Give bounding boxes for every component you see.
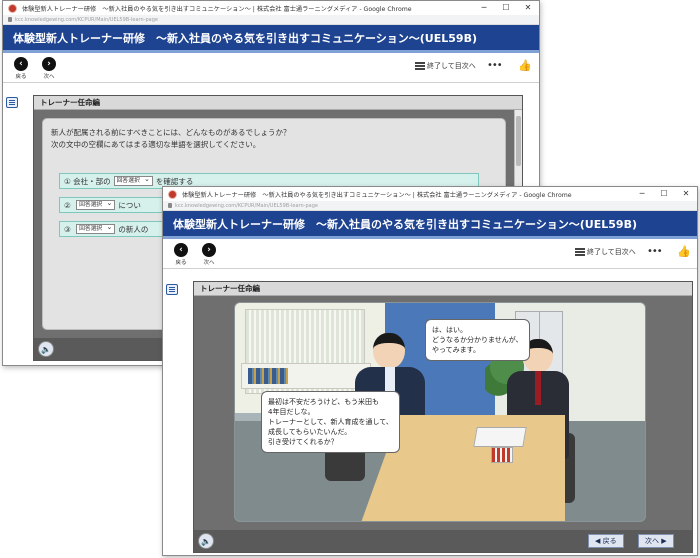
close-icon[interactable]: ✕ (517, 1, 539, 15)
bubble-line: やってみます。 (432, 346, 480, 354)
back-label: 戻る (15, 74, 27, 80)
chevron-right-icon: › (202, 243, 216, 257)
next-label: 次へ (203, 260, 215, 266)
maximize-icon[interactable]: ☐ (495, 1, 517, 15)
url-text: kcc.knowledgewing.com/KCPUR/Main/UEL59B-… (15, 16, 158, 23)
thumbs-up-icon[interactable]: 👍 (518, 59, 532, 72)
section-title: トレーナー任命編 (34, 96, 522, 110)
contents-icon (575, 248, 585, 256)
course-banner: 体験型新人トレーナー研修 ～新入社員のやる気を引き出すコミュニケーション～(UE… (3, 25, 539, 53)
contents-icon (415, 62, 425, 70)
lock-icon (8, 17, 12, 22)
lesson-panel: トレーナー任命編 は、はい。 どうなるか分かりませんが、 やってみます。 最初は… (193, 281, 693, 553)
bookshelf (241, 363, 371, 389)
menu-list-icon[interactable] (166, 284, 178, 295)
bubble-line: 最初は不安だろうけど、もう米田も (268, 398, 380, 406)
bubble-line: トレーナーとして、新人育成を通して、 (268, 418, 393, 426)
course-toolbar: ‹ 戻る › 次へ 終了して目次へ ••• 👍 (163, 239, 697, 269)
bubble-line: は、はい。 (432, 326, 467, 334)
title-bar: 体験型新人トレーナー研修 ～新入社員のやる気を引き出すコミュニケーション～ | … (163, 187, 697, 201)
exit-to-contents-button[interactable]: 終了して目次へ (575, 247, 636, 257)
window-title: 体験型新人トレーナー研修 ～新入社員のやる気を引き出すコミュニケーション～ | … (182, 191, 572, 199)
back-button[interactable]: ‹ 戻る (11, 57, 31, 80)
row-number: ① (64, 176, 71, 186)
answer-select-2[interactable]: 回答選択 (76, 199, 116, 210)
exit-label: 終了して目次へ (427, 62, 476, 70)
speech-bubble-manager: 最初は不安だろうけど、もう米田も 4年目だしな。 トレーナーとして、新人育成を通… (261, 391, 400, 453)
row-suffix: の新人の (118, 224, 149, 234)
maximize-icon[interactable]: ☐ (653, 187, 675, 201)
question-line-1: 新人が配属される前にすべきことには、どんなものがあるでしょうか？ (51, 128, 291, 137)
speaker-icon[interactable]: 🔈 (198, 533, 214, 549)
more-icon[interactable]: ••• (647, 246, 663, 257)
chrome-app-icon (8, 3, 17, 13)
browser-window-front: 体験型新人トレーナー研修 ～新入社員のやる気を引き出すコミュニケーション～ | … (162, 186, 698, 556)
back-label: 戻る (175, 260, 187, 266)
url-text: kcc.knowledgewing.com/KCPUR/Main/UEL59B-… (175, 202, 318, 209)
chevron-left-icon: ‹ (174, 243, 188, 257)
next-button[interactable]: › 次へ (199, 243, 219, 266)
answer-select-1[interactable]: 回答選択 (113, 175, 153, 186)
bubble-line: 成長してもらいたいんだ。 (268, 428, 352, 436)
question-line-2: 次の文中の空欄にあてはまる適切な単語を選択してください。 (51, 140, 261, 149)
address-bar[interactable]: kcc.knowledgewing.com/KCPUR/Main/UEL59B-… (3, 15, 539, 25)
chevron-left-icon: ‹ (14, 57, 28, 71)
minimize-icon[interactable]: ─ (473, 1, 495, 15)
speaker-icon[interactable]: 🔈 (38, 341, 54, 357)
exit-to-contents-button[interactable]: 終了して目次へ (415, 61, 476, 71)
row-suffix: を確認する (155, 176, 194, 186)
course-banner: 体験型新人トレーナー研修 ～新入社員のやる気を引き出すコミュニケーション～(UE… (163, 211, 697, 239)
panel-footer: 🔈 ◀ 戻る 次へ ▶ (194, 530, 692, 552)
question-text: 新人が配属される前にすべきことには、どんなものがあるでしょうか？ 次の文中の空欄… (51, 127, 291, 151)
chrome-app-icon (168, 189, 177, 199)
chevron-right-icon: › (42, 57, 56, 71)
thumbs-up-icon[interactable]: 👍 (677, 245, 691, 258)
back-button[interactable]: ‹ 戻る (171, 243, 191, 266)
answer-select-3[interactable]: 回答選択 (76, 223, 116, 234)
scene-illustration: は、はい。 どうなるか分かりませんが、 やってみます。 最初は不安だろうけど、も… (234, 302, 646, 522)
bubble-line: どうなるか分かりませんが、 (432, 336, 523, 344)
row-number: ③ (64, 224, 71, 234)
lock-icon (168, 203, 172, 208)
manager-head (373, 333, 405, 369)
footer-next-button[interactable]: 次へ ▶ (638, 534, 674, 548)
row-suffix: につい (118, 200, 141, 210)
minimize-icon[interactable]: ─ (631, 187, 653, 201)
address-bar[interactable]: kcc.knowledgewing.com/KCPUR/Main/UEL59B-… (163, 201, 697, 211)
content-area: トレーナー任命編 は、はい。 どうなるか分かりませんが、 やってみます。 最初は… (163, 279, 697, 555)
more-icon[interactable]: ••• (487, 60, 503, 71)
exit-label: 終了して目次へ (587, 248, 636, 256)
chart-document (491, 447, 513, 463)
course-toolbar: ‹ 戻る › 次へ 終了して目次へ ••• 👍 (3, 53, 539, 83)
menu-list-icon[interactable] (6, 97, 18, 108)
documents (473, 427, 527, 447)
bubble-line: 引き受けてくれるか？ (268, 438, 338, 446)
section-title: トレーナー任命編 (194, 282, 692, 296)
title-bar: 体験型新人トレーナー研修 ～新入社員のやる気を引き出すコミュニケーション～ | … (3, 1, 539, 15)
row-prefix: 会社・部の (73, 176, 111, 186)
next-label: 次へ (43, 74, 55, 80)
window-title: 体験型新人トレーナー研修 ～新入社員のやる気を引き出すコミュニケーション～ | … (22, 5, 412, 13)
next-button[interactable]: › 次へ (39, 57, 59, 80)
bubble-line: 4年目だしな。 (268, 408, 315, 416)
footer-back-button[interactable]: ◀ 戻る (588, 534, 624, 548)
speech-bubble-trainee: は、はい。 どうなるか分かりませんが、 やってみます。 (425, 319, 530, 361)
row-number: ② (64, 200, 71, 210)
close-icon[interactable]: ✕ (675, 187, 697, 201)
